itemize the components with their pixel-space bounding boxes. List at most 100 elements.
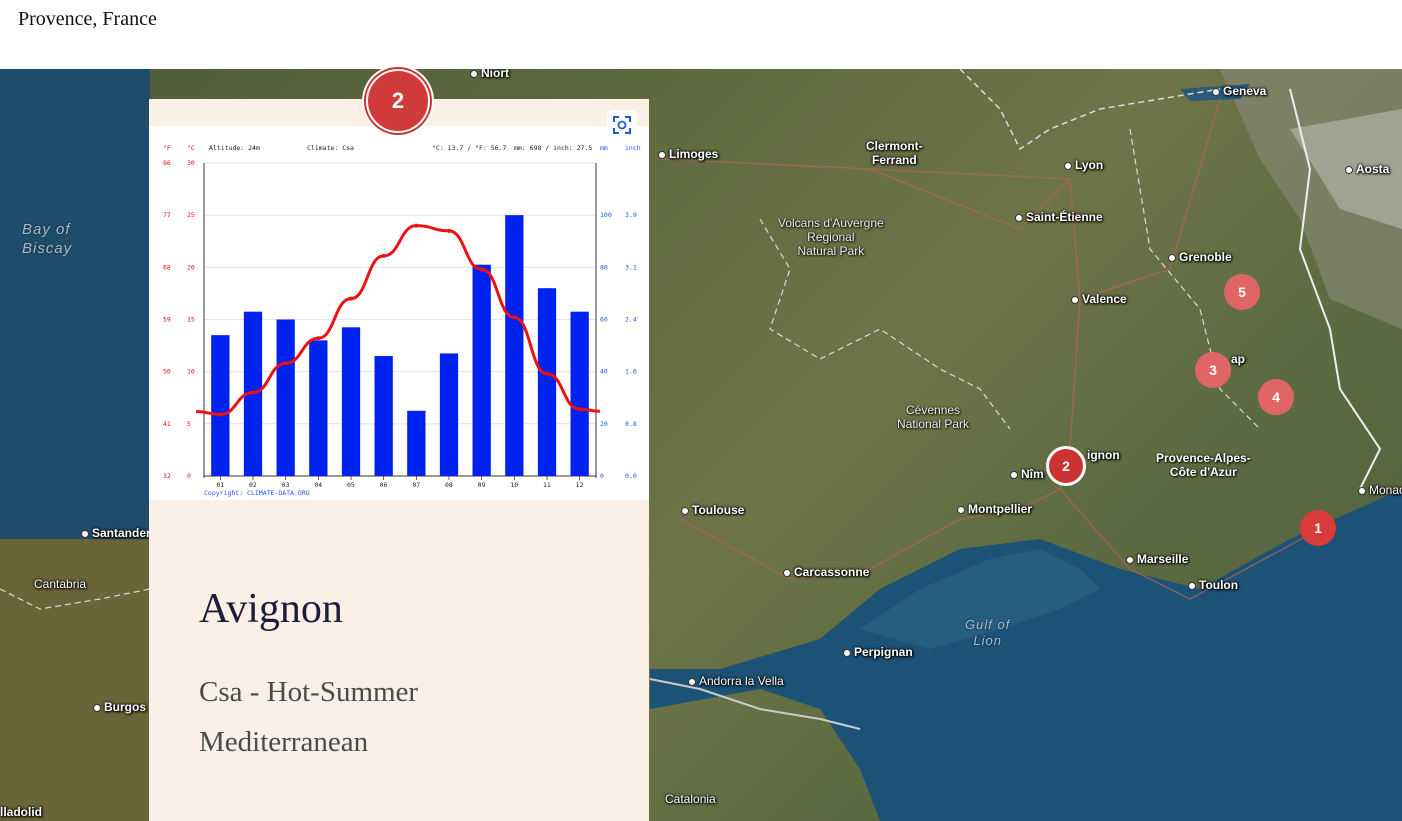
city-andorra: Andorra la Vella (688, 674, 784, 688)
chart-point-temperature (349, 296, 353, 301)
city-lyon: Lyon (1064, 158, 1103, 172)
city-monaco: Monac (1358, 483, 1402, 497)
chart-x-tick: 05 (347, 481, 355, 489)
chart-tick-c: 15 (187, 316, 195, 324)
chart-tick-f: 41 (163, 420, 171, 428)
chart-point-temperature (447, 228, 451, 233)
climate-chart: °F °C Altitude: 24m Climate: Csa °C: 13.7 / … (149, 126, 649, 500)
map-marker-3[interactable]: 3 (1195, 352, 1231, 388)
city-saint-etienne: Saint-Étienne (1015, 210, 1103, 224)
selected-marker-number: 2 (366, 69, 430, 133)
chart-tick-mm: 0 (600, 472, 604, 480)
chart-point-temperature (381, 253, 386, 258)
chart-point-temperature (414, 223, 419, 228)
chart-point-temperature (545, 371, 549, 376)
chart-point-temperature (316, 336, 321, 341)
chart-point-temperature (512, 315, 517, 320)
city-nimes: Nîm (1010, 467, 1044, 481)
city-avignon: ignon (1087, 448, 1120, 462)
location-card: °F °C Altitude: 24m Climate: Csa °C: 13.7 / … (149, 99, 649, 821)
chart-bar-precip (537, 288, 557, 476)
chart-tick-inch: 1.6 (625, 368, 637, 376)
chart-x-tick: 06 (380, 481, 388, 489)
page-title: Provence, France (18, 8, 157, 30)
city-geneva: Geneva (1212, 84, 1266, 98)
city-toulon: Toulon (1188, 578, 1238, 592)
map-marker-2[interactable]: 2 (1046, 446, 1086, 486)
region-volcans-auvergne: Volcans d'Auvergne Regional Natural Park (778, 216, 884, 258)
city-valladolid: lladolid (0, 805, 42, 819)
location-name: Avignon (199, 586, 343, 632)
chart-tick-inch: 3.9 (625, 211, 637, 219)
city-cantabria: Cantabria (34, 577, 87, 591)
chart-bar-precip (211, 335, 230, 476)
region-paca: Provence-Alpes- Côte d'Azur (1156, 451, 1251, 479)
chart-copyright: Copyright: CLIMATE-DATA.ORG (204, 489, 310, 497)
chart-tick-c: 0 (187, 472, 191, 480)
city-montpellier: Montpellier (957, 502, 1032, 516)
map-marker-5[interactable]: 5 (1224, 274, 1260, 310)
chart-bar-precip (505, 215, 524, 476)
chart-tick-inch: 0.0 (625, 472, 637, 480)
city-carcassonne: Carcassonne (783, 565, 869, 579)
fullscreen-button[interactable] (607, 110, 637, 140)
chart-x-tick: 04 (314, 481, 322, 489)
chart-tick-c: 10 (187, 368, 195, 376)
chart-tick-f: 59 (163, 316, 171, 324)
chart-point-temperature (218, 412, 223, 417)
city-aosta: Aosta (1345, 162, 1389, 176)
map-marker-4[interactable]: 4 (1258, 379, 1294, 415)
chart-tick-c: 30 (187, 159, 195, 167)
chart-tick-mm: 80 (600, 263, 608, 271)
city-clermont-ferrand: Clermont- Ferrand (866, 139, 923, 167)
map-marker-1[interactable]: 1 (1300, 510, 1336, 546)
chart-point-temperature (479, 267, 484, 272)
chart-tick-f: 50 (163, 368, 171, 376)
chart-bar-precip (570, 311, 589, 476)
selected-marker-badge[interactable]: 2 (362, 65, 434, 137)
chart-bar-precip (276, 319, 295, 476)
chart-header-c-unit: °C (187, 144, 195, 152)
chart-tick-inch: 3.1 (625, 263, 637, 271)
chart-header-climate: Climate: Csa (307, 144, 354, 152)
city-marseille: Marseille (1126, 552, 1188, 566)
city-burgos: Burgos (93, 700, 146, 714)
city-santander: Santander (81, 526, 151, 540)
chart-bar-precip (341, 327, 361, 476)
city-limoges: Limoges (658, 147, 718, 161)
chart-tick-f: 32 (163, 472, 171, 480)
chart-tick-c: 25 (187, 211, 195, 219)
chart-x-tick: 02 (249, 481, 257, 489)
climate-chart-svg: °F °C Altitude: 24m Climate: Csa °C: 13.7 / … (163, 144, 641, 497)
city-perpignan: Perpignan (843, 645, 913, 659)
city-gap: ap (1231, 352, 1246, 366)
chart-x-tick: 09 (478, 481, 486, 489)
chart-x-tick: 11 (543, 481, 551, 489)
fullscreen-icon (613, 116, 631, 134)
chart-x-tick: 12 (576, 481, 584, 489)
chart-tick-inch: 0.8 (625, 420, 637, 428)
chart-tick-f: 77 (163, 211, 171, 219)
chart-point-temperature (577, 407, 582, 412)
chart-header-inch-unit: inch (625, 144, 641, 152)
chart-header-f-unit: °F (163, 144, 171, 152)
chart-header-mm-unit: mm (600, 144, 608, 152)
chart-header-precip: mm: 698 / inch: 27.5 (514, 144, 592, 152)
chart-x-tick: 08 (445, 481, 453, 489)
chart-tick-f: 86 (163, 159, 171, 167)
chart-x-tick: 07 (412, 481, 420, 489)
chart-bar-precip (309, 340, 328, 476)
chart-bar-precip (439, 353, 459, 476)
chart-point-temperature (251, 390, 255, 395)
chart-header-altitude: Altitude: 24m (209, 144, 260, 152)
region-cevennes: Cévennes National Park (897, 403, 970, 431)
chart-x-tick: 03 (282, 481, 290, 489)
city-grenoble: Grenoble (1168, 250, 1232, 264)
chart-tick-f: 68 (163, 263, 171, 271)
chart-tick-inch: 2.4 (625, 316, 637, 324)
chart-tick-mm: 60 (600, 316, 608, 324)
chart-tick-c: 20 (187, 263, 195, 271)
chart-bar-precip (374, 356, 393, 476)
water-bay-of-biscay: Bay of Biscay (22, 221, 73, 257)
chart-x-tick: 01 (216, 481, 224, 489)
